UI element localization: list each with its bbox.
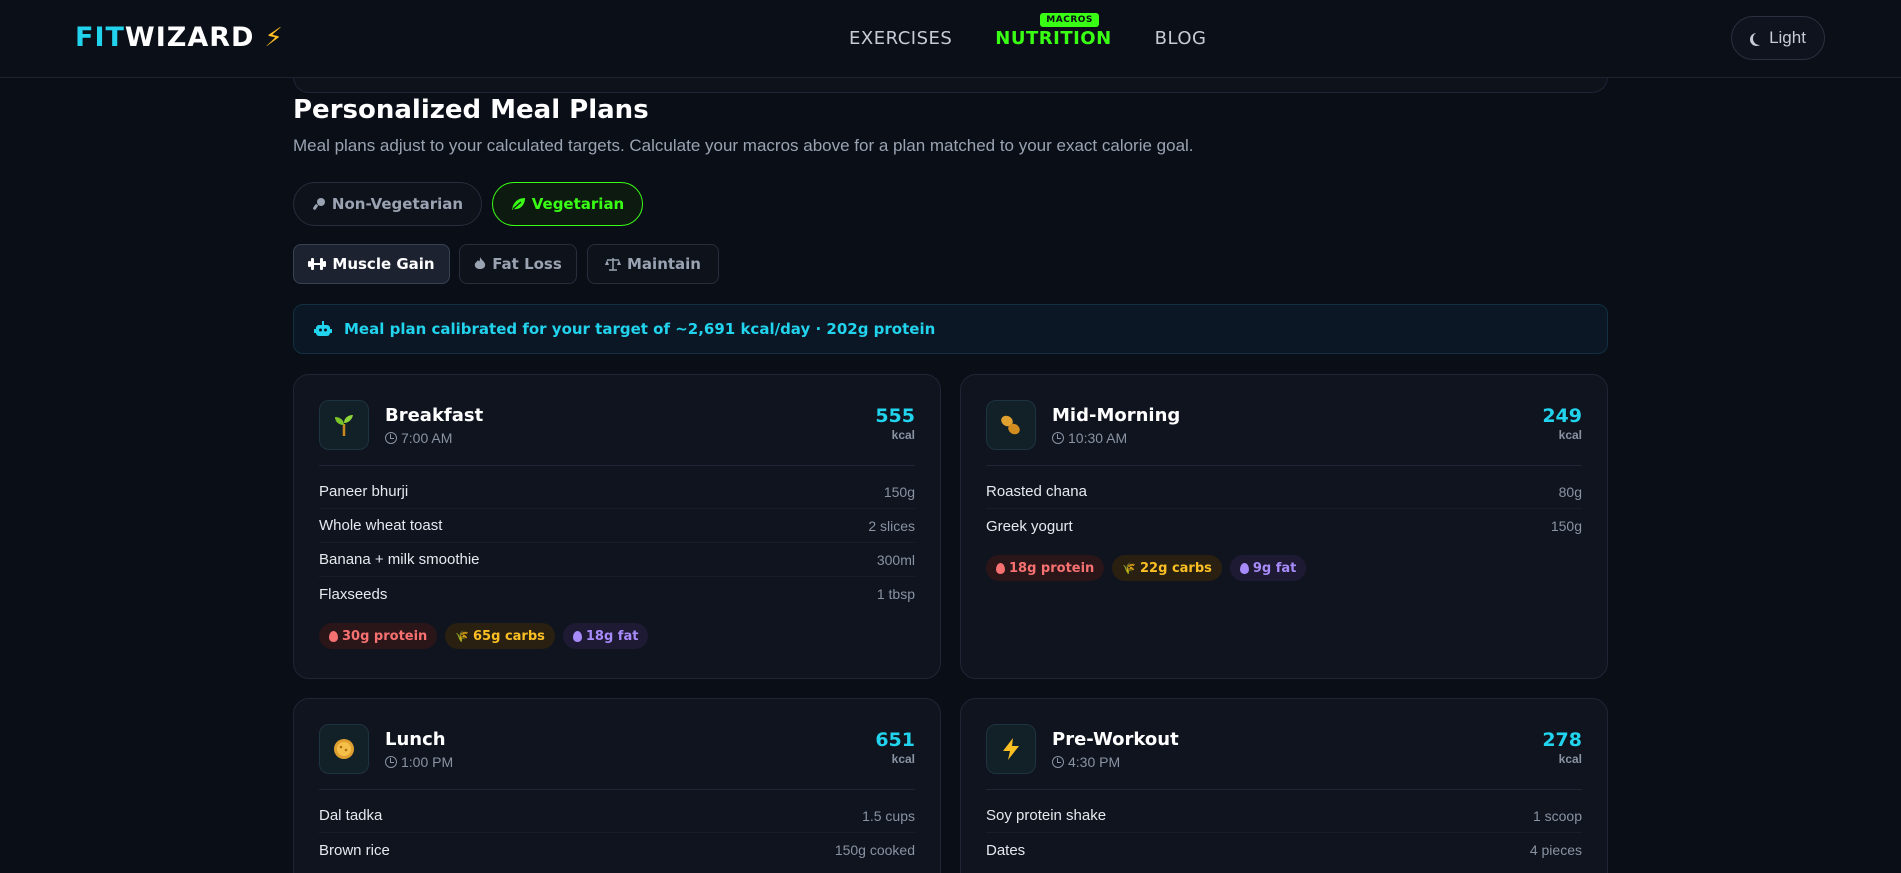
page-title: Personalized Meal Plans	[293, 95, 649, 125]
protein-chip: 18g protein	[986, 555, 1105, 581]
meal-card-breakfast: Breakfast 7:00 AM 555 kcal Paneer bhurji…	[293, 374, 941, 679]
peanut-icon	[986, 400, 1036, 450]
site-logo[interactable]: FITWIZARD ⚡	[75, 22, 284, 53]
nav-nutrition[interactable]: NUTRITION MACROS	[995, 13, 1111, 49]
egg-icon	[996, 562, 1005, 574]
food-item: Roasted chana 80g	[986, 475, 1582, 509]
meal-name: Pre-Workout	[1052, 728, 1179, 750]
robot-icon	[314, 321, 332, 336]
food-item: Greek yogurt 150g	[986, 517, 1582, 535]
tab-maintain[interactable]: Maintain	[587, 244, 719, 284]
main-nav: EXERCISES NUTRITION MACROS BLOG	[849, 13, 1207, 49]
clock-icon	[1052, 431, 1064, 444]
meal-name: Breakfast	[385, 404, 484, 426]
food-list: Dal tadka 1.5 cups Brown rice 150g cooked	[319, 799, 915, 867]
lightning-icon	[986, 724, 1036, 774]
tab-muscle-gain[interactable]: Muscle Gain	[293, 244, 450, 284]
meal-calories: 278 kcal	[1542, 729, 1582, 766]
macros-badge: MACROS	[1040, 13, 1099, 27]
moon-icon	[1753, 32, 1766, 45]
egg-icon	[329, 630, 338, 642]
dumbbell-icon	[308, 258, 327, 270]
food-item: Banana + milk smoothie 300ml	[319, 543, 915, 577]
protein-chip: 30g protein	[319, 623, 438, 649]
clock-icon	[385, 755, 397, 768]
food-item: Dal tadka 1.5 cups	[319, 799, 915, 833]
nav-blog[interactable]: BLOG	[1155, 28, 1207, 49]
droplet-icon	[1239, 562, 1249, 574]
meal-time: 10:30 AM	[1052, 430, 1180, 446]
food-item: Dates 4 pieces	[986, 841, 1582, 859]
sprout-icon	[319, 400, 369, 450]
calibration-notice: Meal plan calibrated for your target of …	[293, 304, 1608, 354]
fat-chip: 9g fat	[1229, 555, 1307, 581]
scale-icon	[605, 258, 621, 271]
food-list: Paneer bhurji 150g Whole wheat toast 2 sli…	[319, 475, 915, 611]
carbs-chip: 🌾 22g carbs	[1112, 555, 1222, 581]
meal-card-mid-morning: Mid-Morning 10:30 AM 249 kcal Roasted ch…	[960, 374, 1608, 679]
food-item: Soy protein shake 1 scoop	[986, 799, 1582, 833]
tab-vegetarian[interactable]: Vegetarian	[492, 182, 643, 226]
macro-chips: 30g protein 🌾 65g carbs 18g fat	[319, 623, 915, 649]
wheat-icon: 🌾	[1122, 561, 1137, 575]
fat-chip: 18g fat	[562, 623, 649, 649]
clock-icon	[385, 431, 397, 444]
page-subtitle: Meal plans adjust to your calculated tar…	[293, 136, 1194, 155]
droplet-icon	[572, 630, 582, 642]
food-item: Paneer bhurji 150g	[319, 475, 915, 509]
food-list: Soy protein shake 1 scoop Dates 4 pieces	[986, 799, 1582, 867]
food-bowl-icon	[319, 724, 369, 774]
meal-time: 7:00 AM	[385, 430, 483, 446]
clock-icon	[1052, 755, 1064, 768]
meal-calories: 249 kcal	[1542, 405, 1582, 442]
meal-time: 4:30 PM	[1052, 754, 1179, 770]
meal-card-pre-workout: Pre-Workout 4:30 PM 278 kcal Soy protein…	[960, 698, 1608, 873]
nav-exercises[interactable]: EXERCISES	[849, 28, 952, 49]
food-list: Roasted chana 80g Greek yogurt 150g	[986, 475, 1582, 543]
leaf-icon	[511, 198, 525, 210]
meal-name: Mid-Morning	[1052, 404, 1181, 426]
tab-fat-loss[interactable]: Fat Loss	[459, 244, 577, 284]
tab-non-vegetarian[interactable]: Non-Vegetarian	[293, 182, 482, 226]
meal-time: 1:00 PM	[385, 754, 453, 770]
meal-calories: 651 kcal	[875, 729, 915, 766]
meal-card-lunch: Lunch 1:00 PM 651 kcal Dal tadka 1.5 cups…	[293, 698, 941, 873]
top-navbar: FITWIZARD ⚡ EXERCISES NUTRITION MACROS B…	[0, 0, 1901, 78]
meal-calories: 555 kcal	[875, 405, 915, 442]
carbs-chip: 🌾 65g carbs	[445, 623, 555, 649]
drumstick-icon	[312, 198, 325, 210]
food-item: Flaxseeds 1 tbsp	[319, 585, 915, 603]
food-item: Brown rice 150g cooked	[319, 841, 915, 859]
lightning-icon: ⚡	[264, 22, 284, 53]
wheat-icon: 🌾	[455, 629, 470, 643]
fire-icon	[474, 257, 486, 269]
meal-name: Lunch	[385, 728, 446, 750]
macro-chips: 18g protein 🌾 22g carbs 9g fat	[986, 555, 1582, 581]
food-item: Whole wheat toast 2 slices	[319, 509, 915, 543]
theme-toggle-button[interactable]: Light	[1731, 16, 1825, 60]
